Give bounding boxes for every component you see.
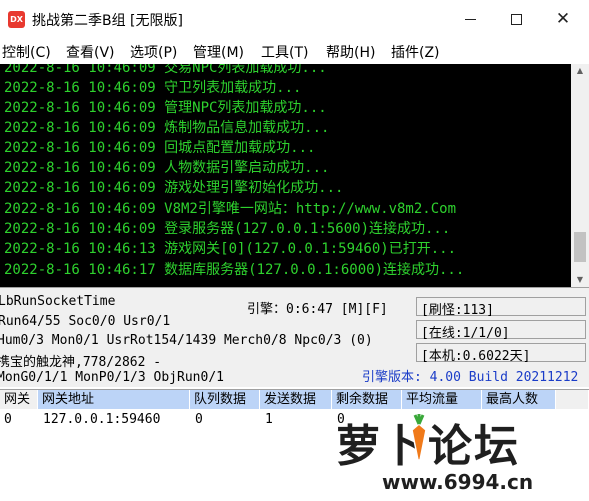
window-title: 挑战第二季B组 [无限版]	[32, 13, 183, 29]
engine-version: 引擎版本: 4.00 Build 20211212	[362, 370, 579, 385]
log-line: 2022-8-16 10:46:09 守卫列表加载成功...	[4, 80, 302, 96]
menu-tools[interactable]: 工具(T)	[261, 42, 308, 62]
log-line: 2022-8-16 10:46:13 游戏网关[0](127.0.0.1:594…	[4, 241, 457, 257]
header-average-traffic[interactable]: 平均流量	[402, 390, 482, 409]
menu-help[interactable]: 帮助(H)	[326, 42, 375, 62]
header-gateway[interactable]: 网关	[0, 390, 38, 409]
refresh-monsters-text: [刷怪:113]	[421, 303, 494, 318]
menu-control[interactable]: 控制(C)	[2, 42, 51, 62]
online-text: [在线:1/1/0]	[421, 326, 510, 341]
carrot-icon	[411, 414, 427, 461]
header-gateway-address[interactable]: 网关地址	[38, 390, 190, 409]
online-box: [在线:1/1/0]	[416, 320, 586, 341]
header-queue-data[interactable]: 队列数据	[190, 390, 260, 409]
header-sent-data[interactable]: 发送数据	[260, 390, 332, 409]
log-line: 2022-8-16 10:46:09 登录服务器(127.0.0.1:5600)…	[4, 221, 451, 237]
header-filler	[556, 390, 589, 409]
menu-view[interactable]: 查看(V)	[66, 42, 115, 62]
machine-text: [本机:0.6022天]	[421, 349, 531, 364]
scroll-up-icon[interactable]: ▲	[575, 66, 585, 75]
log-line: 2022-8-16 10:46:09 人物数据引擎启动成功...	[4, 160, 330, 176]
status-line: LbRunSocketTime	[0, 294, 116, 309]
header-remaining-data[interactable]: 剩余数据	[332, 390, 402, 409]
close-icon: ✕	[555, 8, 571, 29]
watermark-url: www.6994.cn	[382, 470, 534, 494]
log-line: 2022-8-16 10:46:09 管理NPC列表加载成功...	[4, 100, 327, 116]
log-line: 2022-8-16 10:46:09 游戏处理引擎初始化成功...	[4, 180, 344, 196]
menu-manage[interactable]: 管理(M)	[193, 42, 244, 62]
engine-uptime: 引擎：0:6:47 [M][F]	[247, 302, 388, 317]
status-line: Run64/55 Soc0/0 Usr0/1	[0, 314, 171, 329]
scrollbar-thumb[interactable]	[574, 232, 586, 262]
status-line: Hum0/3 Mon0/1 UsrRot154/1439 Merch0/8 Np…	[0, 333, 373, 348]
refresh-monsters-box: [刷怪:113]	[416, 297, 586, 318]
menu-plugins[interactable]: 插件(Z)	[391, 42, 440, 62]
maximize-icon	[510, 13, 522, 25]
table-cell[interactable]: 0	[4, 412, 12, 427]
scroll-down-icon[interactable]: ▼	[575, 275, 585, 284]
maximize-button[interactable]	[493, 0, 539, 38]
table-header: 网关 网关地址 队列数据 发送数据 剩余数据 平均流量 最高人数	[0, 390, 589, 409]
minimize-button[interactable]	[447, 0, 493, 38]
header-max-players[interactable]: 最高人数	[482, 390, 556, 409]
log-line: 2022-8-16 10:46:09 炼制物品信息加载成功...	[4, 120, 330, 136]
log-console[interactable]: 2022-8-16 10:46:09 交易NPC列表加载成功... 2022-8…	[0, 64, 571, 287]
title-bar: DX 挑战第二季B组 [无限版] ✕	[0, 0, 589, 38]
minimize-icon	[464, 18, 476, 20]
menu-bar: 控制(C) 查看(V) 选项(P) 管理(M) 工具(T) 帮助(H) 插件(Z…	[0, 38, 589, 64]
status-line: 携宝的触龙神,778/2862 -	[0, 355, 162, 370]
log-line: 2022-8-16 10:46:09 V8M2引擎唯一网站：http://www…	[4, 201, 457, 217]
console-scrollbar[interactable]: ▲ ▼	[571, 64, 589, 287]
forum-watermark: 萝卜论坛 www.6994.cn	[330, 408, 588, 500]
machine-box: [本机:0.6022天]	[416, 343, 586, 364]
close-button[interactable]: ✕	[540, 0, 586, 38]
app-icon: DX	[8, 11, 25, 28]
status-line: MonG0/1/1 MonP0/1/3 ObjRun0/1	[0, 370, 224, 385]
log-line: 2022-8-16 10:46:17 数据库服务器(127.0.0.1:6000…	[4, 262, 465, 278]
log-line: 2022-8-16 10:46:09 交易NPC列表加载成功...	[4, 64, 327, 76]
table-cell[interactable]: 0	[195, 412, 203, 427]
log-line: 2022-8-16 10:46:09 回城点配置加载成功...	[4, 140, 316, 156]
table-cell[interactable]: 127.0.0.1:59460	[43, 412, 160, 427]
menu-options[interactable]: 选项(P)	[130, 42, 177, 62]
table-cell[interactable]: 1	[265, 412, 273, 427]
